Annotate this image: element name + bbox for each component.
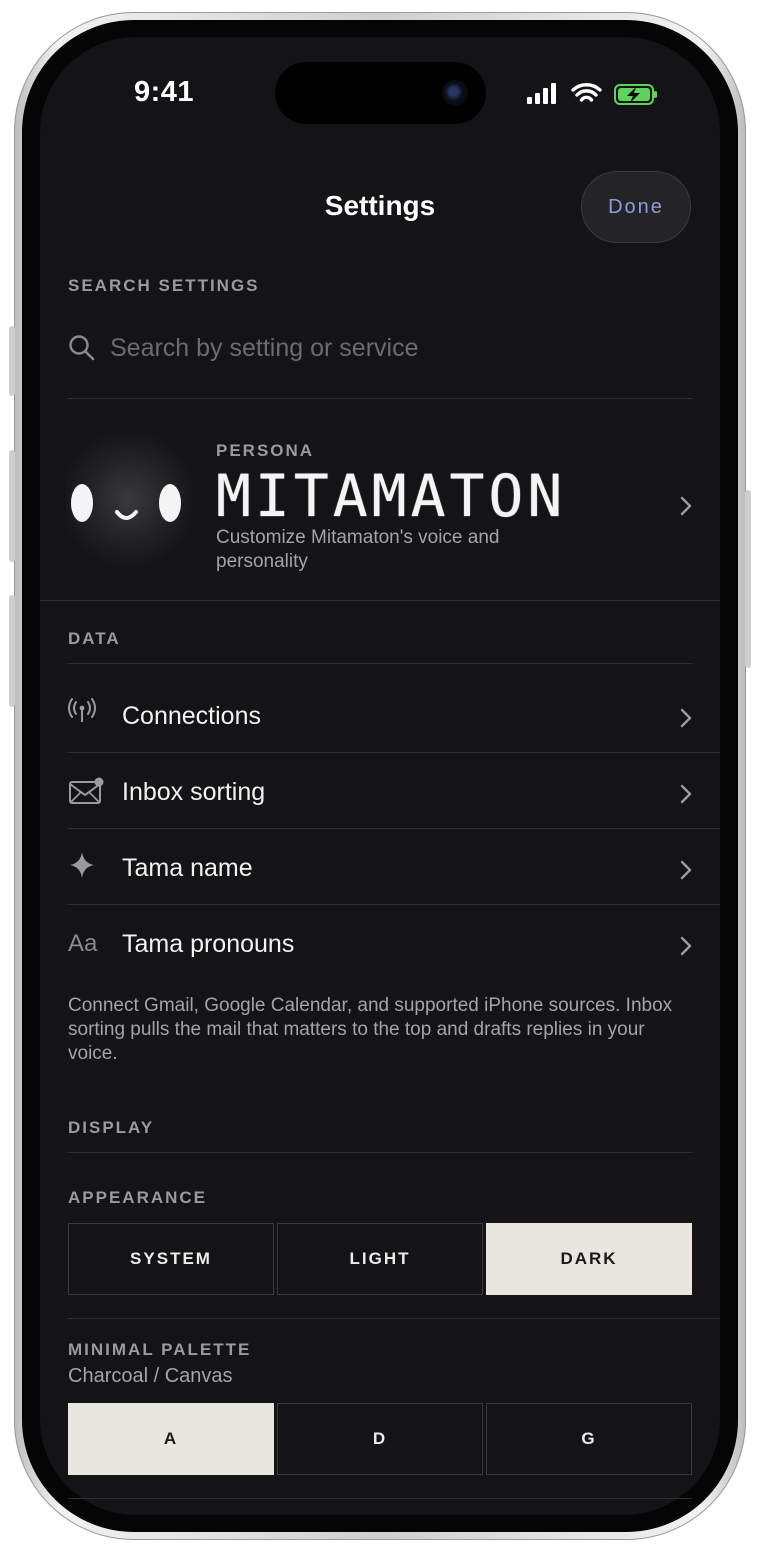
palette-current-value: Charcoal / Canvas	[68, 1365, 233, 1387]
avatar-left-eye	[71, 484, 93, 522]
divider	[68, 398, 692, 399]
chevron-right-icon	[680, 936, 692, 956]
settings-row-inbox-sorting[interactable]: Inbox sorting	[40, 756, 720, 828]
text-aa-icon: Aa	[68, 930, 98, 957]
divider	[68, 1498, 692, 1499]
row-label: Connections	[122, 702, 261, 730]
search-section-label: SEARCH SETTINGS	[68, 276, 260, 295]
done-button[interactable]: Done	[581, 171, 691, 243]
palette-option-d[interactable]: D	[277, 1403, 483, 1475]
divider	[68, 904, 720, 905]
divider	[68, 663, 692, 664]
battery-charging-icon	[614, 84, 657, 105]
antenna-icon	[68, 698, 104, 730]
divider	[68, 1318, 720, 1319]
divider	[68, 1152, 692, 1153]
persona-name: MITAMATON	[216, 462, 567, 530]
settings-row-connections[interactable]: Connections	[40, 680, 720, 752]
avatar-smile	[115, 510, 138, 520]
palette-option-a[interactable]: A	[68, 1403, 274, 1475]
cellular-signal-icon	[527, 83, 556, 104]
appearance-option-dark[interactable]: DARK	[486, 1223, 692, 1295]
row-label: Inbox sorting	[122, 778, 266, 806]
settings-row-tama-pronouns[interactable]: Aa Tama pronouns	[40, 908, 720, 980]
appearance-option-light[interactable]: LIGHT	[277, 1223, 483, 1295]
search-input[interactable]	[108, 326, 672, 370]
appearance-label: APPEARANCE	[68, 1188, 208, 1207]
search-icon	[68, 334, 96, 367]
divider	[40, 600, 720, 601]
chevron-right-icon	[680, 860, 692, 880]
data-section-label: DATA	[68, 629, 121, 648]
settings-row-tama-name[interactable]: Tama name	[40, 832, 720, 904]
camera-icon	[442, 80, 468, 106]
palette-label: MINIMAL PALETTE	[68, 1340, 252, 1359]
chevron-right-icon	[680, 708, 692, 728]
persona-description: Customize Mitamaton's voice and personal…	[216, 527, 500, 572]
persona-chevron-icon	[680, 496, 692, 516]
row-label: Tama name	[122, 854, 253, 882]
status-icons	[526, 80, 666, 110]
avatar-right-eye	[159, 484, 181, 522]
mail-badge-icon	[68, 776, 104, 808]
status-time: 9:41	[134, 76, 195, 108]
persona-label: PERSONA	[216, 441, 315, 460]
power-button	[745, 490, 751, 668]
sparkle-icon	[68, 850, 104, 882]
action-button	[9, 326, 15, 396]
row-label: Tama pronouns	[122, 930, 295, 958]
volume-up-button	[9, 450, 15, 562]
wifi-icon	[571, 83, 602, 102]
persona-avatar	[66, 432, 192, 572]
appearance-option-system[interactable]: SYSTEM	[68, 1223, 274, 1295]
display-section-label: DISPLAY	[68, 1118, 155, 1137]
divider	[68, 828, 720, 829]
divider	[68, 752, 720, 753]
data-help-text: Connect Gmail, Google Calendar, and supp…	[68, 995, 673, 1064]
palette-option-g[interactable]: G	[486, 1403, 692, 1475]
volume-down-button	[9, 595, 15, 707]
chevron-right-icon	[680, 784, 692, 804]
